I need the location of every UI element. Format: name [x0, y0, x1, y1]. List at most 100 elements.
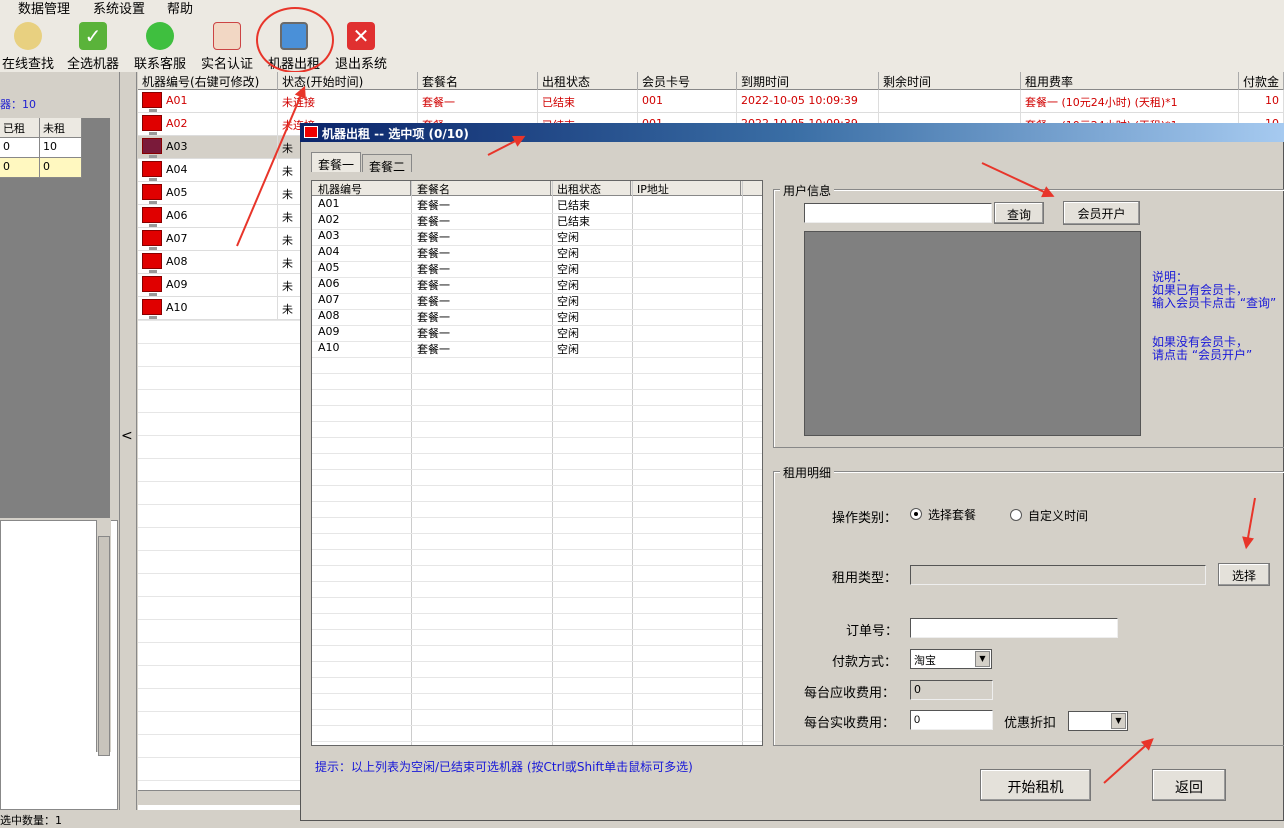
menu-bar: 数据管理 系统设置 帮助 [0, 0, 1284, 17]
grid-line [312, 373, 762, 374]
pay-method-label: 付款方式： [832, 655, 898, 670]
main-hscrollbar[interactable] [138, 790, 300, 805]
available-row[interactable]: A06 套餐一 空闲 [312, 277, 742, 293]
machine-cell: 2022-10-05 10:09:39 [737, 90, 879, 113]
available-cell: 套餐一 [417, 279, 450, 292]
cell-status: 未 [282, 257, 293, 270]
select-all-button[interactable]: ✓ 全选机器 [61, 20, 125, 72]
order-input[interactable] [910, 618, 1118, 638]
available-list-header: 机器编号 套餐名 出租状态 IP地址 [312, 181, 762, 196]
col-rent-status[interactable]: 出租状态 [551, 181, 631, 196]
count-table-header: 已租 未租 [0, 118, 82, 138]
available-cell [631, 309, 741, 325]
available-row[interactable]: A09 套餐一 空闲 [312, 325, 742, 341]
tab-plan-2[interactable]: 套餐二 [362, 154, 413, 174]
grid-line [312, 693, 762, 694]
col-card[interactable]: 会员卡号 [638, 72, 737, 90]
available-row[interactable]: A05 套餐一 空闲 [312, 261, 742, 277]
grid-line [138, 642, 300, 643]
note-spacer [1152, 310, 1276, 336]
col-remain[interactable]: 剩余时间 [879, 72, 1021, 90]
radio-custom-time-label[interactable]: 自定义时间 [1028, 507, 1088, 524]
query-button[interactable]: 查询 [994, 202, 1044, 224]
available-cell [631, 293, 741, 309]
available-cell: 空闲 [557, 295, 579, 308]
pay-method-select[interactable]: 淘宝 ▼ [910, 649, 992, 669]
available-cell: A05 [318, 261, 340, 274]
selected-count: 选中数量：1 [0, 814, 62, 827]
exit-button[interactable]: ✕ 退出系统 [329, 20, 393, 72]
available-row[interactable]: A08 套餐一 空闲 [312, 309, 742, 325]
grid-line [138, 366, 300, 367]
machine-cell: A08 [138, 251, 278, 274]
available-row[interactable]: A01 套餐一 已结束 [312, 197, 742, 213]
cell-id: A06 [166, 209, 188, 222]
col-machine-id[interactable]: 机器编号 [312, 181, 411, 196]
col-expire[interactable]: 到期时间 [737, 72, 879, 90]
member-info-panel [804, 231, 1141, 436]
collapse-button[interactable]: < [121, 428, 133, 444]
back-button[interactable]: 返回 [1152, 769, 1226, 801]
col-machine-id[interactable]: 机器编号(右键可修改) [138, 72, 278, 90]
available-row[interactable]: A02 套餐一 已结束 [312, 213, 742, 229]
contact-support-button[interactable]: 联系客服 [128, 20, 192, 72]
start-rent-button[interactable]: 开始租机 [980, 769, 1091, 801]
count-row: 0 0 [0, 158, 82, 178]
register-button[interactable]: 会员开户 [1063, 201, 1140, 225]
machine-row[interactable]: A01未连接套餐一已结束0012022-10-05 10:09:39套餐一 (1… [138, 90, 1284, 113]
available-row[interactable]: A10 套餐一 空闲 [312, 341, 742, 357]
online-search-button[interactable]: 在线查找 [0, 20, 60, 72]
menu-settings[interactable]: 系统设置 [93, 0, 145, 17]
col-rent-status[interactable]: 出租状态 [538, 72, 638, 90]
online-search-label: 在线查找 [1, 57, 54, 72]
machine-cell: 套餐一 [418, 90, 538, 113]
available-cell: 空闲 [557, 279, 579, 292]
grid-line [138, 757, 300, 758]
chevron-down-icon: ▼ [1111, 713, 1126, 729]
available-cell: 空闲 [557, 327, 579, 340]
col-pay[interactable]: 付款金 [1239, 72, 1284, 90]
search-icon [14, 22, 42, 50]
radio-custom-time[interactable] [1010, 509, 1022, 521]
available-cell: 空闲 [557, 231, 579, 244]
radio-select-plan-label[interactable]: 选择套餐 [928, 506, 976, 523]
menu-help[interactable]: 帮助 [167, 0, 193, 17]
dialog-title: 机器出租 -- 选中项 (0/10) [300, 123, 1284, 142]
available-cell: 套餐一 [417, 263, 450, 276]
grid-line [312, 389, 762, 390]
available-cell [631, 277, 741, 293]
available-row[interactable]: A03 套餐一 空闲 [312, 229, 742, 245]
available-cell [631, 245, 741, 261]
available-cell [631, 229, 741, 245]
machine-cell: A10 [138, 297, 278, 320]
available-cell: A01 [318, 197, 340, 210]
real-name-button[interactable]: 实名认证 [195, 20, 259, 72]
app-icon [304, 126, 318, 138]
choose-button[interactable]: 选择 [1218, 563, 1270, 586]
machine-cell [879, 90, 1021, 113]
grid-line [312, 469, 762, 470]
card-search-input[interactable] [804, 203, 992, 223]
grid-line [138, 481, 300, 482]
available-row[interactable]: A04 套餐一 空闲 [312, 245, 742, 261]
pay-method-value: 淘宝 [914, 654, 936, 667]
grid-line [312, 645, 762, 646]
left-scroll-thumb[interactable] [98, 536, 110, 756]
menu-data[interactable]: 数据管理 [18, 0, 70, 17]
discount-select[interactable]: ▼ [1068, 711, 1128, 731]
radio-select-plan[interactable] [910, 508, 922, 520]
cell-id: A08 [166, 255, 188, 268]
col-plan[interactable]: 套餐名 [411, 181, 551, 196]
rent-type-label: 租用类型： [832, 571, 898, 586]
col-ip[interactable]: IP地址 [631, 181, 741, 196]
machine-cell: 套餐一 (10元24小时) (天租)*1 [1021, 90, 1239, 113]
available-cell: A04 [318, 245, 340, 258]
available-cell: 套餐一 [417, 327, 450, 340]
actual-input[interactable] [910, 710, 993, 730]
available-row[interactable]: A07 套餐一 空闲 [312, 293, 742, 309]
col-plan[interactable]: 套餐名 [418, 72, 538, 90]
available-cell: A06 [318, 277, 340, 290]
tab-plan-1[interactable]: 套餐一 [311, 152, 362, 172]
machine-cell: 已结束 [538, 90, 638, 113]
col-rate[interactable]: 租用费率 [1021, 72, 1239, 90]
